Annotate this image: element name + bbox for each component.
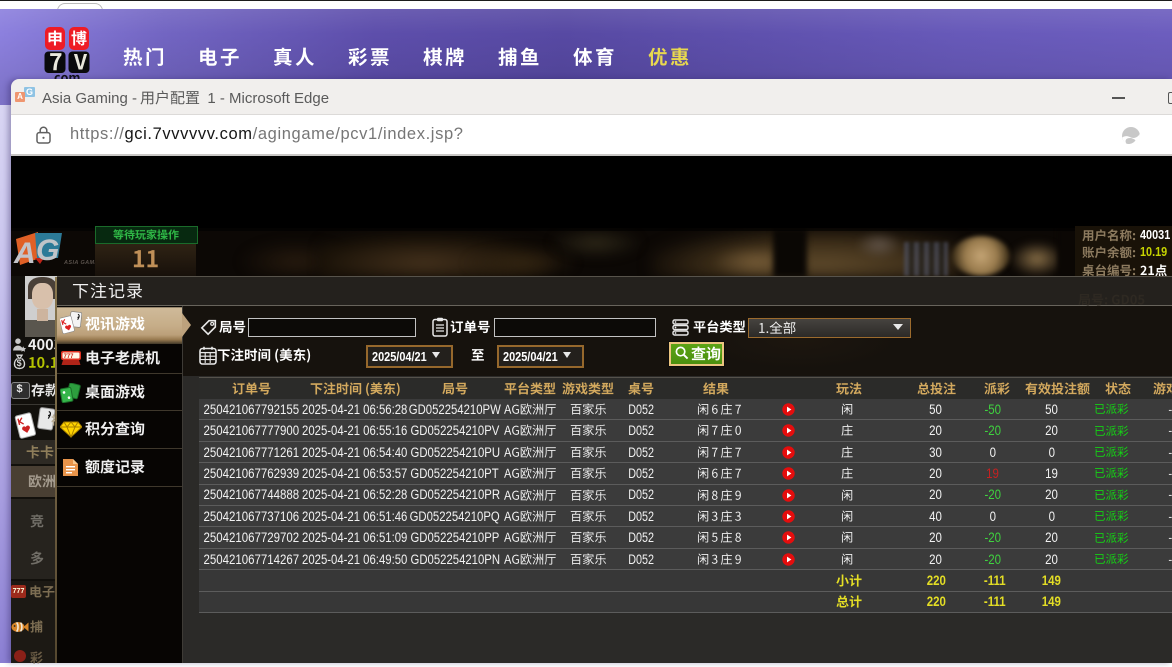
svg-text:777: 777 — [64, 354, 75, 360]
svg-text:A: A — [13, 237, 36, 269]
svg-text:$: $ — [17, 358, 22, 368]
svg-text:G: G — [36, 234, 59, 267]
